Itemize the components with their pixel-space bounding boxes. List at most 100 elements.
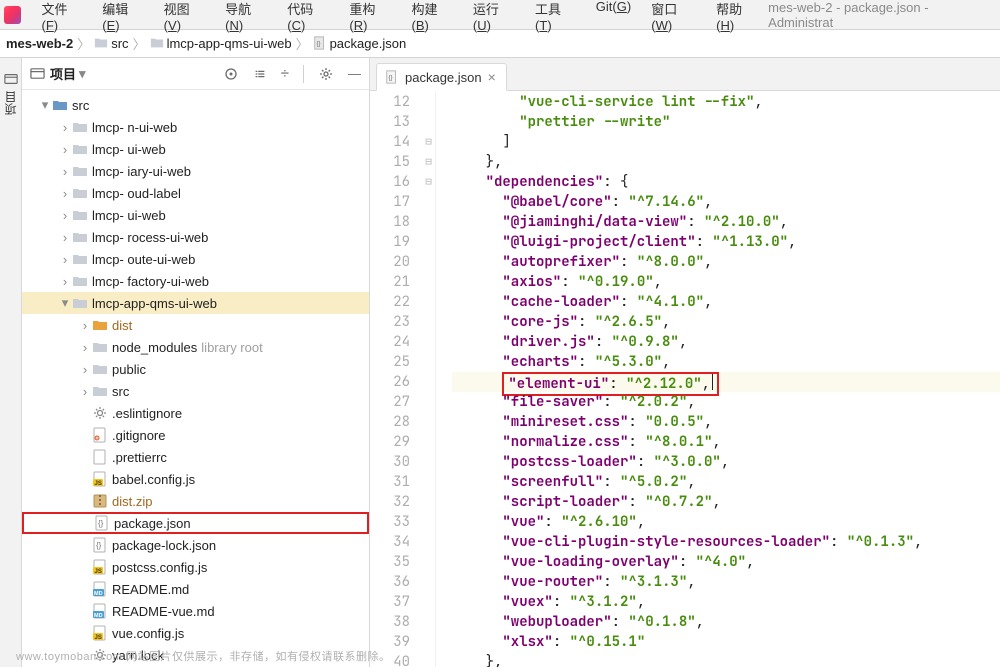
- tree-node[interactable]: {}package-lock.json: [22, 534, 369, 556]
- code-line[interactable]: "@babel/core": "^7.14.6",: [452, 192, 1000, 212]
- project-tree[interactable]: ▾src›lmcp- n-ui-web›lmcp- ui-web›lmcp- i…: [22, 90, 369, 667]
- tree-node[interactable]: .gitignore: [22, 424, 369, 446]
- code-line[interactable]: "file-saver": "^2.0.2",: [452, 392, 1000, 412]
- tree-node[interactable]: JSvue.config.js: [22, 622, 369, 644]
- tool-window-strip[interactable]: 项目: [0, 58, 22, 667]
- tree-arrow-icon[interactable]: ›: [60, 252, 70, 267]
- tree-arrow-icon[interactable]: ▾: [40, 97, 50, 113]
- menu-c[interactable]: 代码(C): [277, 0, 339, 37]
- menu-v[interactable]: 视图(V): [154, 0, 215, 37]
- code-line[interactable]: "vue-router": "^3.1.3",: [452, 572, 1000, 592]
- code-line[interactable]: "@jiaminghi/data-view": "^2.10.0",: [452, 212, 1000, 232]
- minimize-icon[interactable]: —: [348, 66, 361, 81]
- code-line[interactable]: "dependencies": {: [452, 172, 1000, 192]
- tree-node[interactable]: ›lmcp- factory-ui-web: [22, 270, 369, 292]
- tree-arrow-icon[interactable]: ›: [60, 164, 70, 179]
- tree-arrow-icon[interactable]: ›: [60, 274, 70, 289]
- tree-node[interactable]: JSpostcss.config.js: [22, 556, 369, 578]
- tree-node[interactable]: ›lmcp- oute-ui-web: [22, 248, 369, 270]
- code-line[interactable]: "core-js": "^2.6.5",: [452, 312, 1000, 332]
- tree-arrow-icon[interactable]: ›: [60, 208, 70, 223]
- tree-node[interactable]: ›lmcp- rocess-ui-web: [22, 226, 369, 248]
- menu-f[interactable]: 文件(F): [31, 0, 92, 37]
- code-line[interactable]: "vuex": "^3.1.2",: [452, 592, 1000, 612]
- code-line[interactable]: "autoprefixer": "^8.0.0",: [452, 252, 1000, 272]
- tree-node[interactable]: ▾lmcp-app-qms-ui-web: [22, 292, 369, 314]
- menu-g[interactable]: Git(G): [586, 0, 641, 37]
- line-number-gutter: 1213141516171819202122232425262728293031…: [370, 91, 422, 667]
- code-line[interactable]: "postcss-loader": "^3.0.0",: [452, 452, 1000, 472]
- target-icon[interactable]: [223, 66, 239, 82]
- expand-icon[interactable]: [253, 67, 267, 81]
- svg-text:{}: {}: [389, 75, 393, 82]
- code-line[interactable]: "xlsx": "^0.15.1": [452, 632, 1000, 652]
- menu-w[interactable]: 窗口(W): [641, 0, 706, 37]
- project-strip-label[interactable]: 项目: [2, 91, 19, 115]
- code-line[interactable]: "webuploader": "^0.1.8",: [452, 612, 1000, 632]
- gear-icon[interactable]: [318, 66, 334, 82]
- code-line[interactable]: "vue-cli-service lint --fix",: [452, 92, 1000, 112]
- tree-arrow-icon[interactable]: ›: [60, 186, 70, 201]
- breadcrumb-file[interactable]: {}package.json: [313, 36, 407, 51]
- breadcrumb-root[interactable]: mes-web-2: [6, 36, 73, 51]
- menu-u[interactable]: 运行(U): [463, 0, 525, 37]
- tree-arrow-icon[interactable]: ›: [80, 340, 90, 355]
- tree-arrow-icon[interactable]: ›: [60, 142, 70, 157]
- code-line[interactable]: },: [452, 152, 1000, 172]
- tree-arrow-icon[interactable]: ▾: [60, 295, 70, 311]
- tree-node[interactable]: ›dist: [22, 314, 369, 336]
- tree-node[interactable]: MDREADME-vue.md: [22, 600, 369, 622]
- code-line[interactable]: "element-ui": "^2.12.0",: [452, 372, 1000, 392]
- tree-node[interactable]: ›lmcp- iary-ui-web: [22, 160, 369, 182]
- menu-h[interactable]: 帮助(H): [706, 0, 768, 37]
- tree-arrow-icon[interactable]: ›: [80, 384, 90, 399]
- menu-t[interactable]: 工具(T): [525, 0, 586, 37]
- code-line[interactable]: "normalize.css": "^8.0.1",: [452, 432, 1000, 452]
- tree-node[interactable]: MDREADME.md: [22, 578, 369, 600]
- code-line[interactable]: "vue": "^2.6.10",: [452, 512, 1000, 532]
- code-line[interactable]: },: [452, 652, 1000, 667]
- tree-node[interactable]: ▾src: [22, 94, 369, 116]
- tree-arrow-icon[interactable]: ›: [80, 318, 90, 333]
- tree-node[interactable]: ›lmcp- ui-web: [22, 138, 369, 160]
- tree-node[interactable]: ›lmcp- ui-web: [22, 204, 369, 226]
- code-line[interactable]: "vue-loading-overlay": "^4.0",: [452, 552, 1000, 572]
- tree-node[interactable]: .eslintignore: [22, 402, 369, 424]
- code-line[interactable]: "@luigi-project/client": "^1.13.0",: [452, 232, 1000, 252]
- tree-node[interactable]: ›node_moduleslibrary root: [22, 336, 369, 358]
- chevron-down-icon[interactable]: ▾: [79, 66, 86, 82]
- breadcrumb-item[interactable]: src: [94, 36, 128, 51]
- tree-node[interactable]: ›lmcp- n-ui-web: [22, 116, 369, 138]
- tree-node[interactable]: ›lmcp- oud-label: [22, 182, 369, 204]
- collapse-icon[interactable]: ÷: [281, 65, 289, 82]
- code-line[interactable]: ]: [452, 132, 1000, 152]
- code-line[interactable]: "axios": "^0.19.0",: [452, 272, 1000, 292]
- tree-node[interactable]: dist.zip: [22, 490, 369, 512]
- menu-b[interactable]: 构建(B): [401, 0, 462, 37]
- code-line[interactable]: "script-loader": "^0.7.2",: [452, 492, 1000, 512]
- code-line[interactable]: "vue-cli-plugin-style-resources-loader":…: [452, 532, 1000, 552]
- tree-node[interactable]: {}package.json: [22, 512, 369, 534]
- editor-tab-package-json[interactable]: {} package.json ×: [376, 63, 507, 91]
- tree-node[interactable]: ›src: [22, 380, 369, 402]
- menu-r[interactable]: 重构(R): [339, 0, 401, 37]
- tree-arrow-icon[interactable]: ›: [60, 230, 70, 245]
- tree-node[interactable]: ›public: [22, 358, 369, 380]
- close-icon[interactable]: ×: [488, 70, 496, 84]
- code-editor[interactable]: 1213141516171819202122232425262728293031…: [370, 91, 1000, 667]
- tree-node[interactable]: .prettierrc: [22, 446, 369, 468]
- tree-node[interactable]: JSbabel.config.js: [22, 468, 369, 490]
- code-line[interactable]: "cache-loader": "^4.1.0",: [452, 292, 1000, 312]
- tree-arrow-icon[interactable]: ›: [80, 362, 90, 377]
- fold-gutter[interactable]: ⊟⊟⊟: [422, 91, 436, 667]
- menu-n[interactable]: 导航(N): [215, 0, 277, 37]
- code-line[interactable]: "screenfull": "^5.0.2",: [452, 472, 1000, 492]
- breadcrumb-item[interactable]: lmcp-app-qms-ui-web: [150, 36, 292, 51]
- menu-e[interactable]: 编辑(E): [92, 0, 153, 37]
- code-content[interactable]: "vue-cli-service lint --fix", "prettier …: [436, 91, 1000, 667]
- code-line[interactable]: "prettier --write": [452, 112, 1000, 132]
- code-line[interactable]: "echarts": "^5.3.0",: [452, 352, 1000, 372]
- code-line[interactable]: "driver.js": "^0.9.8",: [452, 332, 1000, 352]
- tree-arrow-icon[interactable]: ›: [60, 120, 70, 135]
- code-line[interactable]: "minireset.css": "0.0.5",: [452, 412, 1000, 432]
